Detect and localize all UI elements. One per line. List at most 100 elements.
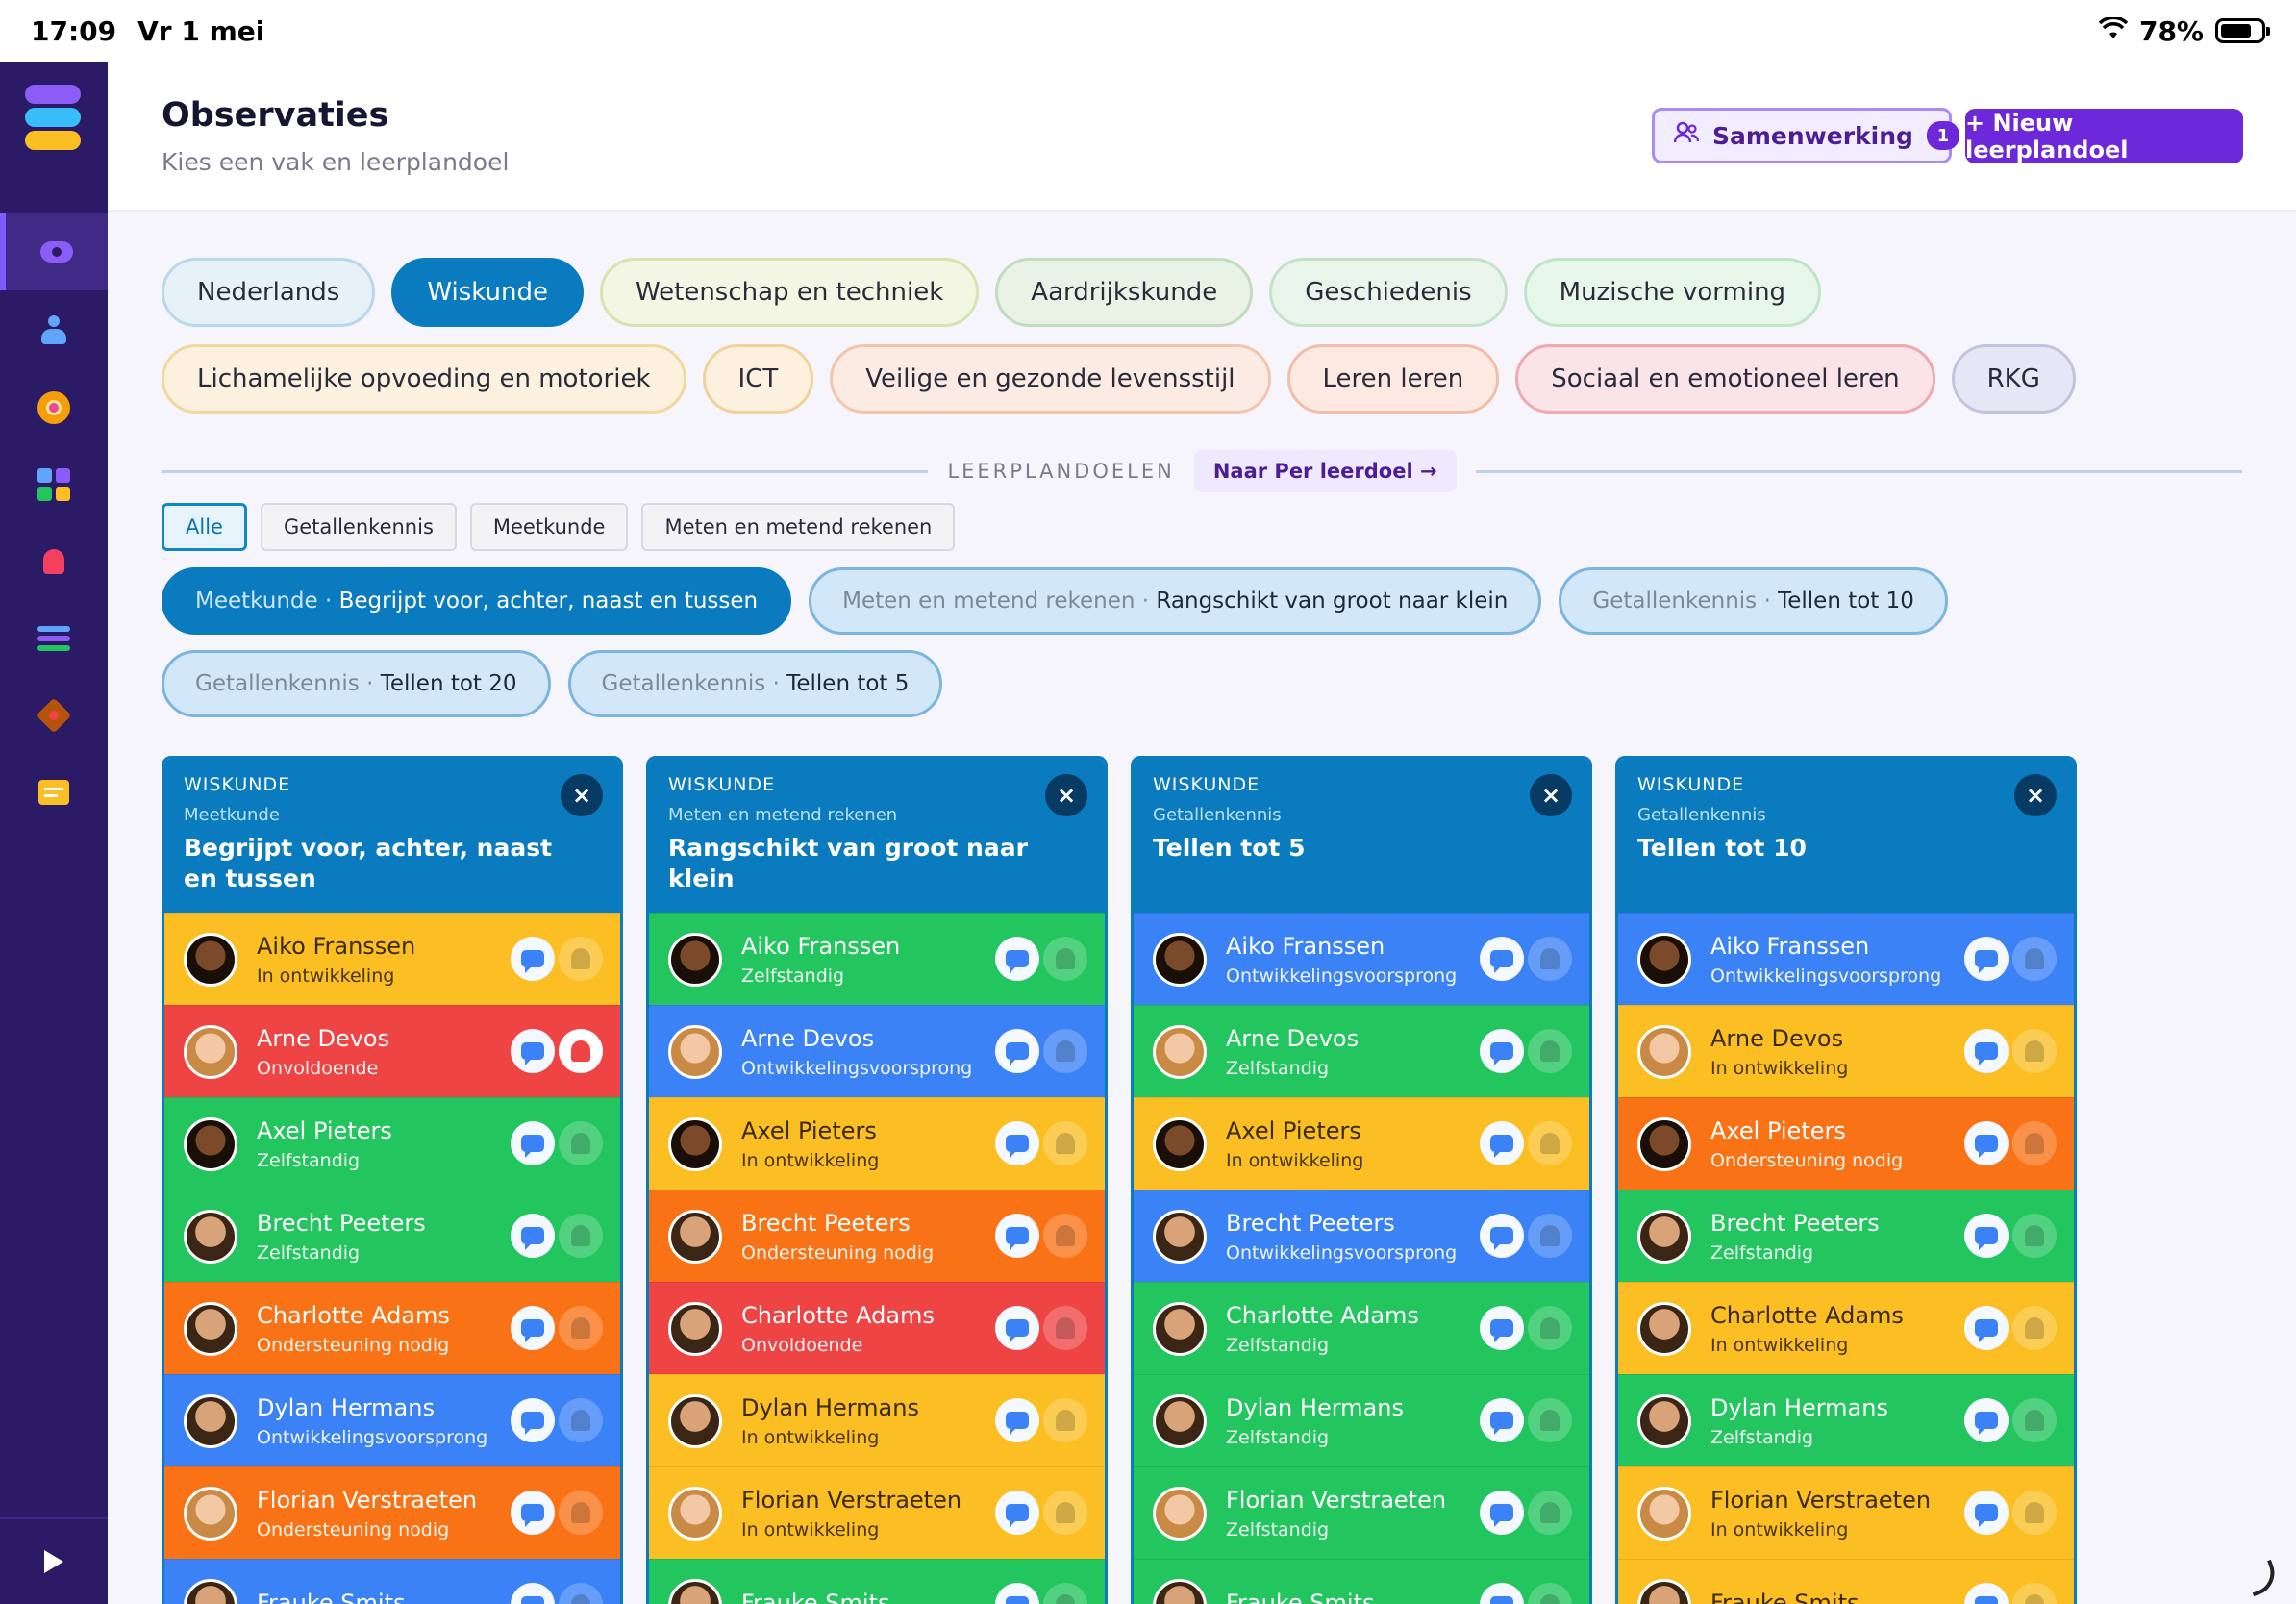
comment-button[interactable] <box>995 1398 1039 1442</box>
comment-button[interactable] <box>1964 937 2009 981</box>
alert-button[interactable] <box>1043 937 1087 981</box>
comment-button[interactable] <box>1480 1398 1524 1442</box>
student-row[interactable]: Frauke Smits <box>649 1559 1105 1604</box>
subject-chip[interactable]: Lichamelijke opvoeding en motoriek <box>162 344 686 414</box>
comment-button[interactable] <box>995 1121 1039 1165</box>
student-row[interactable]: Aiko Franssen In ontwikkeling <box>164 913 620 1005</box>
alert-button[interactable] <box>559 1491 603 1535</box>
comment-button[interactable] <box>1964 1029 2009 1073</box>
student-row[interactable]: Florian Verstraeten In ontwikkeling <box>649 1466 1105 1559</box>
alert-button[interactable] <box>559 1583 603 1604</box>
goal-chip[interactable]: Meten en metend rekenen · Rangschikt van… <box>809 567 1542 635</box>
student-row[interactable]: Aiko Franssen Ontwikkelingsvoorsprong <box>1134 913 1589 1005</box>
comment-button[interactable] <box>995 1029 1039 1073</box>
student-row[interactable]: Aiko Franssen Ontwikkelingsvoorsprong <box>1618 913 2074 1005</box>
comment-button[interactable] <box>1480 937 1524 981</box>
student-row[interactable]: Florian Verstraeten Zelfstandig <box>1134 1466 1589 1559</box>
domain-filter[interactable]: Meetkunde <box>469 503 629 551</box>
comment-button[interactable] <box>511 937 555 981</box>
alert-button[interactable] <box>559 1121 603 1165</box>
alert-button[interactable] <box>1043 1398 1087 1442</box>
student-row[interactable]: Charlotte Adams Ondersteuning nodig <box>164 1282 620 1374</box>
student-row[interactable]: Axel Pieters In ontwikkeling <box>1134 1097 1589 1190</box>
domain-filter[interactable]: Alle <box>162 503 247 551</box>
comment-button[interactable] <box>1480 1491 1524 1535</box>
comment-button[interactable] <box>1964 1398 2009 1442</box>
nav-alerts[interactable] <box>0 523 108 600</box>
app-logo-icon[interactable] <box>25 85 81 150</box>
comment-button[interactable] <box>511 1583 555 1604</box>
student-row[interactable]: Florian Verstraeten Ondersteuning nodig <box>164 1466 620 1559</box>
student-row[interactable]: Charlotte Adams Zelfstandig <box>1134 1282 1589 1374</box>
alert-button[interactable] <box>1528 1214 1572 1258</box>
student-row[interactable]: Dylan Hermans Zelfstandig <box>1134 1374 1589 1466</box>
alert-button[interactable] <box>2012 1029 2057 1073</box>
comment-button[interactable] <box>995 1583 1039 1604</box>
subject-chip[interactable]: Veilige en gezonde levensstijl <box>830 344 1271 414</box>
student-row[interactable]: Frauke Smits <box>1618 1559 2074 1604</box>
alert-button[interactable] <box>2012 1214 2057 1258</box>
comment-button[interactable] <box>511 1398 555 1442</box>
alert-button[interactable] <box>2012 1583 2057 1604</box>
student-row[interactable]: Dylan Hermans Ontwikkelingsvoorsprong <box>164 1374 620 1466</box>
alert-button[interactable] <box>559 1398 603 1442</box>
alert-button[interactable] <box>1043 1121 1087 1165</box>
subject-chip[interactable]: Nederlands <box>162 258 376 327</box>
nav-config[interactable] <box>0 677 108 754</box>
nav-goals[interactable] <box>0 369 108 446</box>
student-row[interactable]: Brecht Peeters Zelfstandig <box>1618 1190 2074 1282</box>
student-row[interactable]: Florian Verstraeten In ontwikkeling <box>1618 1466 2074 1559</box>
alert-button[interactable] <box>2012 1491 2057 1535</box>
new-leerplandoel-button[interactable]: + Nieuw leerplandoel <box>1965 109 2243 163</box>
alert-button[interactable] <box>559 1306 603 1350</box>
comment-button[interactable] <box>1480 1214 1524 1258</box>
student-row[interactable]: Brecht Peeters Ontwikkelingsvoorsprong <box>1134 1190 1589 1282</box>
comment-button[interactable] <box>511 1214 555 1258</box>
close-icon[interactable]: × <box>2014 774 2057 816</box>
comment-button[interactable] <box>511 1491 555 1535</box>
student-row[interactable]: Arne Devos Ontwikkelingsvoorsprong <box>649 1005 1105 1097</box>
domain-filter[interactable]: Meten en metend rekenen <box>641 503 956 551</box>
collapse-sidebar-button[interactable] <box>0 1517 108 1604</box>
alert-button[interactable] <box>2012 1306 2057 1350</box>
close-icon[interactable]: × <box>561 774 603 816</box>
comment-button[interactable] <box>1480 1306 1524 1350</box>
student-row[interactable]: Frauke Smits <box>164 1559 620 1604</box>
goal-chip[interactable]: Getallenkennis · Tellen tot 20 <box>162 650 551 717</box>
alert-button[interactable] <box>2012 1398 2057 1442</box>
comment-button[interactable] <box>1964 1214 2009 1258</box>
comment-button[interactable] <box>1480 1121 1524 1165</box>
student-row[interactable]: Arne Devos Zelfstandig <box>1134 1005 1589 1097</box>
subject-chip[interactable]: Wiskunde <box>391 258 584 327</box>
alert-button[interactable] <box>1043 1491 1087 1535</box>
student-row[interactable]: Dylan Hermans Zelfstandig <box>1618 1374 2074 1466</box>
alert-button[interactable] <box>1528 1398 1572 1442</box>
comment-button[interactable] <box>511 1121 555 1165</box>
comment-button[interactable] <box>995 1214 1039 1258</box>
student-row[interactable]: Charlotte Adams In ontwikkeling <box>1618 1282 2074 1374</box>
comment-button[interactable] <box>995 1306 1039 1350</box>
student-row[interactable]: Arne Devos In ontwikkeling <box>1618 1005 2074 1097</box>
domain-filter[interactable]: Getallenkennis <box>260 503 457 551</box>
student-row[interactable]: Axel Pieters Zelfstandig <box>164 1097 620 1190</box>
alert-button[interactable] <box>1528 937 1572 981</box>
student-row[interactable]: Charlotte Adams Onvoldoende <box>649 1282 1105 1374</box>
comment-button[interactable] <box>1480 1029 1524 1073</box>
student-row[interactable]: Frauke Smits <box>1134 1559 1589 1604</box>
subject-chip[interactable]: RKG <box>1951 344 2076 414</box>
nav-students[interactable] <box>0 292 108 369</box>
alert-button[interactable] <box>2012 1121 2057 1165</box>
subject-chip[interactable]: Muzische vorming <box>1523 258 1822 327</box>
student-row[interactable]: Axel Pieters Ondersteuning nodig <box>1618 1097 2074 1190</box>
subject-chip[interactable]: Sociaal en emotioneel leren <box>1515 344 1935 414</box>
student-row[interactable]: Axel Pieters In ontwikkeling <box>649 1097 1105 1190</box>
alert-button[interactable] <box>1528 1029 1572 1073</box>
alert-button[interactable] <box>559 1214 603 1258</box>
comment-button[interactable] <box>1480 1583 1524 1604</box>
alert-button[interactable] <box>559 937 603 981</box>
student-row[interactable]: Aiko Franssen Zelfstandig <box>649 913 1105 1005</box>
subject-chip[interactable]: Aardrijkskunde <box>995 258 1254 327</box>
per-leerdoel-link[interactable]: Naar Per leerdoel → <box>1193 450 1457 492</box>
alert-button[interactable] <box>1528 1306 1572 1350</box>
alert-button[interactable] <box>1528 1583 1572 1604</box>
